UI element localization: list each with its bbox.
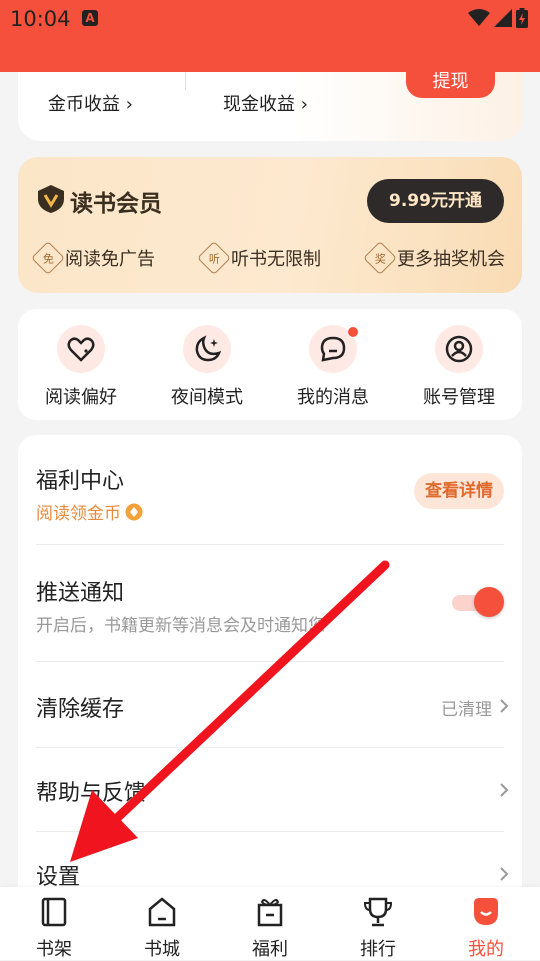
bookstore-icon	[148, 897, 176, 927]
vip-benefit-lottery: 奖 更多抽奖机会	[363, 241, 505, 275]
shortcut-icon-wrap	[435, 325, 483, 373]
profile-icon	[474, 898, 498, 925]
gold-earnings-label: 金币收益	[48, 94, 120, 115]
status-icons	[468, 8, 528, 28]
nav-label: 我的	[468, 939, 504, 960]
nav-label: 书城	[144, 939, 180, 960]
chevron-right-icon: ›	[295, 94, 308, 115]
status-bar: 10:04 A	[0, 0, 540, 72]
shortcut-my-messages[interactable]: 我的消息	[278, 325, 388, 409]
row-divider	[36, 544, 504, 545]
shortcut-icon-wrap	[183, 325, 231, 373]
chevron-right-icon	[500, 867, 509, 881]
cash-earnings-label: 现金收益	[223, 94, 295, 115]
vip-benefit-audio: 听 听书无限制	[197, 241, 321, 275]
shortcut-account-management[interactable]: 账号管理	[404, 325, 514, 409]
gold-earnings-link[interactable]: 金币收益 ›	[48, 90, 133, 116]
help-feedback-title: 帮助与反馈	[36, 781, 147, 806]
vip-subscribe-button[interactable]: 9.99元开通	[367, 179, 504, 223]
view-details-button[interactable]: 查看详情	[414, 473, 504, 509]
nav-bookshelf[interactable]: 书架	[14, 895, 94, 961]
chevron-right-icon: ›	[120, 94, 133, 115]
status-time: 10:04	[10, 7, 71, 31]
row-divider	[36, 747, 504, 748]
clear-cache-title: 清除缓存	[36, 697, 125, 722]
app-notification-icon: A	[82, 10, 98, 26]
nav-label: 书架	[36, 939, 72, 960]
account-icon	[445, 335, 473, 363]
row-divider	[36, 661, 504, 662]
help-feedback-row[interactable]: 帮助与反馈	[36, 775, 504, 807]
vip-shield-icon	[38, 185, 64, 213]
nav-ranking[interactable]: 排行	[338, 895, 418, 961]
badge-icon: 免	[31, 241, 65, 275]
welfare-subtitle-text: 阅读领金币	[36, 504, 121, 524]
vip-card[interactable]: 读书会员 9.99元开通 免 阅读免广告 听 听书无限制 奖 更多抽奖机会	[18, 157, 522, 293]
cache-status: 已清理	[441, 700, 492, 720]
push-notification-row: 推送通知 开启后，书籍更新等消息会及时通知您	[36, 575, 504, 636]
nav-label: 排行	[360, 939, 396, 960]
benefit-label: 听书无限制	[231, 249, 321, 270]
trophy-icon	[363, 897, 393, 927]
coin-icon	[125, 503, 143, 520]
gift-icon	[257, 899, 283, 927]
benefit-label: 更多抽奖机会	[397, 249, 505, 270]
shortcut-night-mode[interactable]: 夜间模式	[152, 325, 262, 409]
nav-mine[interactable]: 我的	[446, 895, 526, 961]
vip-title: 读书会员	[70, 190, 162, 217]
shortcut-card: 阅读偏好 夜间模式 我的消息 账号管理	[18, 309, 522, 420]
benefit-label: 阅读免广告	[65, 249, 155, 270]
unread-dot	[347, 326, 359, 338]
message-icon	[320, 336, 346, 362]
wifi-icon	[468, 9, 490, 26]
signal-icon	[494, 9, 512, 27]
clear-cache-row[interactable]: 清除缓存	[36, 691, 504, 723]
push-notification-title: 推送通知	[36, 581, 125, 606]
bottom-nav: 书架 书城 福利 排行 我的	[0, 887, 540, 960]
push-notification-toggle[interactable]	[452, 586, 504, 618]
toggle-knob	[474, 587, 504, 617]
nav-bookstore[interactable]: 书城	[122, 895, 202, 961]
badge-icon: 奖	[363, 241, 397, 275]
moon-icon	[195, 335, 222, 362]
nav-label: 福利	[252, 939, 288, 960]
chevron-right-icon	[500, 699, 509, 713]
shortcut-label: 我的消息	[297, 387, 369, 408]
vip-benefit-no-ads: 免 阅读免广告	[31, 241, 155, 275]
earnings-divider	[185, 70, 186, 90]
chevron-right-icon	[500, 783, 509, 797]
heart-chat-icon	[67, 337, 95, 362]
shortcut-icon-wrap	[57, 325, 105, 373]
withdraw-button[interactable]: 提现	[406, 72, 495, 98]
settings-card: 福利中心 阅读领金币 查看详情 推送通知 开启后，书籍更新等消息会及时通知您 清…	[18, 435, 522, 935]
shortcut-label: 夜间模式	[171, 387, 243, 408]
shortcut-icon-wrap	[309, 325, 359, 373]
cash-earnings-link[interactable]: 现金收益 ›	[223, 90, 308, 116]
shortcut-label: 账号管理	[423, 387, 495, 408]
push-notification-subtitle: 开启后，书籍更新等消息会及时通知您	[36, 616, 325, 636]
shortcut-reading-preference[interactable]: 阅读偏好	[26, 325, 136, 409]
bookshelf-icon	[41, 897, 67, 927]
nav-welfare[interactable]: 福利	[230, 895, 310, 961]
shortcut-label: 阅读偏好	[45, 387, 117, 408]
row-divider	[36, 831, 504, 832]
badge-icon: 听	[197, 241, 231, 275]
battery-icon	[516, 8, 528, 28]
